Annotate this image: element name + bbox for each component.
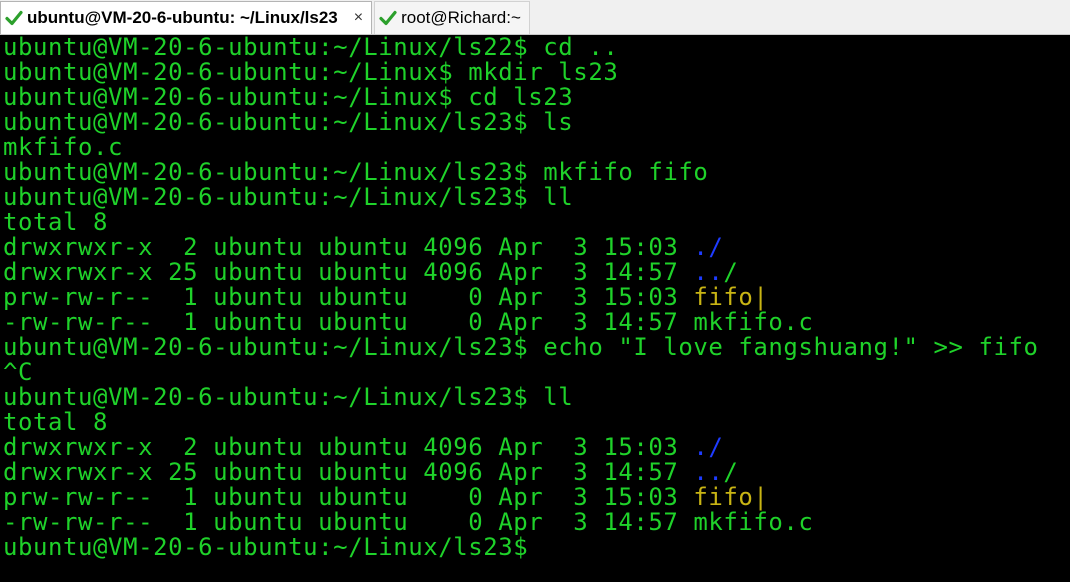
line-text: -rw-rw-r-- 1 ubuntu ubuntu 0 Apr 3 14:57…	[3, 308, 814, 336]
green-check-icon	[379, 10, 397, 26]
name-suffix: /	[723, 258, 739, 286]
terminal-line: ubuntu@VM-20-6-ubuntu:~/Linux$ cd ls23	[3, 85, 573, 110]
line-text: drwxrwxr-x 25 ubuntu ubuntu 4096 Apr 3 1…	[3, 458, 694, 486]
line-text: prw-rw-r-- 1 ubuntu ubuntu 0 Apr 3 15:03	[3, 283, 694, 311]
line-text: drwxrwxr-x 2 ubuntu ubuntu 4096 Apr 3 15…	[3, 233, 694, 261]
tab-ubuntu-session[interactable]: ubuntu@VM-20-6-ubuntu: ~/Linux/ls23 ×	[0, 1, 373, 34]
line-text: total 8	[3, 208, 109, 236]
directory-name: ./	[693, 433, 724, 461]
tab-root-session[interactable]: root@Richard:~	[374, 1, 530, 34]
terminal-line: total 8	[3, 410, 108, 435]
terminal-line: total 8	[3, 210, 108, 235]
line-text: ubuntu@VM-20-6-ubuntu:~/Linux/ls23$	[3, 533, 529, 561]
fifo-name: fifo|	[693, 483, 769, 511]
directory-name: ./	[693, 233, 724, 261]
terminal-line: ubuntu@VM-20-6-ubuntu:~/Linux$ mkdir ls2…	[3, 60, 618, 85]
terminal-line: ubuntu@VM-20-6-ubuntu:~/Linux/ls23$ echo…	[3, 335, 1039, 360]
terminal-line: mkfifo.c	[3, 135, 123, 160]
line-text: ubuntu@VM-20-6-ubuntu:~/Linux/ls23$ ll	[3, 183, 574, 211]
terminal-line: drwxrwxr-x 2 ubuntu ubuntu 4096 Apr 3 15…	[3, 235, 723, 260]
line-text: ubuntu@VM-20-6-ubuntu:~/Linux/ls23$ mkfi…	[3, 158, 709, 186]
tab-label: ubuntu@VM-20-6-ubuntu: ~/Linux/ls23	[27, 8, 338, 27]
terminal-line: ubuntu@VM-20-6-ubuntu:~/Linux/ls23$	[3, 535, 528, 560]
tab-bar: ubuntu@VM-20-6-ubuntu: ~/Linux/ls23 × ro…	[0, 0, 1070, 35]
directory-name: ..	[693, 458, 724, 486]
terminal-output[interactable]: ubuntu@VM-20-6-ubuntu:~/Linux/ls22$ cd .…	[0, 35, 1070, 582]
line-text: total 8	[3, 408, 109, 436]
line-text: ^C	[3, 358, 34, 386]
terminal-line: ubuntu@VM-20-6-ubuntu:~/Linux/ls22$ cd .…	[3, 35, 618, 60]
line-text: ubuntu@VM-20-6-ubuntu:~/Linux/ls23$ echo…	[3, 333, 1039, 361]
close-tab-icon[interactable]: ×	[354, 9, 363, 27]
tab-label: root@Richard:~	[401, 8, 521, 27]
green-check-icon	[5, 10, 23, 26]
fifo-name: fifo|	[693, 283, 769, 311]
line-text: ubuntu@VM-20-6-ubuntu:~/Linux$ mkdir ls2…	[3, 58, 619, 86]
terminal-line: ubuntu@VM-20-6-ubuntu:~/Linux/ls23$ ll	[3, 385, 573, 410]
terminal-line: -rw-rw-r-- 1 ubuntu ubuntu 0 Apr 3 14:57…	[3, 310, 813, 335]
line-text: ubuntu@VM-20-6-ubuntu:~/Linux$ cd ls23	[3, 83, 574, 111]
terminal-line: ubuntu@VM-20-6-ubuntu:~/Linux/ls23$ ll	[3, 185, 573, 210]
terminal-line: ubuntu@VM-20-6-ubuntu:~/Linux/ls23$ mkfi…	[3, 160, 708, 185]
terminal-line: prw-rw-r-- 1 ubuntu ubuntu 0 Apr 3 15:03…	[3, 485, 768, 510]
line-text: -rw-rw-r-- 1 ubuntu ubuntu 0 Apr 3 14:57…	[3, 508, 814, 536]
terminal-window: ubuntu@VM-20-6-ubuntu: ~/Linux/ls23 × ro…	[0, 0, 1070, 582]
terminal-line: drwxrwxr-x 25 ubuntu ubuntu 4096 Apr 3 1…	[3, 260, 738, 285]
line-text: ubuntu@VM-20-6-ubuntu:~/Linux/ls23$ ls	[3, 108, 574, 136]
line-text: prw-rw-r-- 1 ubuntu ubuntu 0 Apr 3 15:03	[3, 483, 694, 511]
terminal-line: ^C	[3, 360, 33, 385]
terminal-line: drwxrwxr-x 25 ubuntu ubuntu 4096 Apr 3 1…	[3, 460, 738, 485]
line-text: mkfifo.c	[3, 133, 124, 161]
terminal-line: drwxrwxr-x 2 ubuntu ubuntu 4096 Apr 3 15…	[3, 435, 723, 460]
terminal-line: ubuntu@VM-20-6-ubuntu:~/Linux/ls23$ ls	[3, 110, 573, 135]
directory-name: ..	[693, 258, 724, 286]
name-suffix: /	[723, 458, 739, 486]
terminal-line: -rw-rw-r-- 1 ubuntu ubuntu 0 Apr 3 14:57…	[3, 510, 813, 535]
line-text: ubuntu@VM-20-6-ubuntu:~/Linux/ls23$ ll	[3, 383, 574, 411]
terminal-line: prw-rw-r-- 1 ubuntu ubuntu 0 Apr 3 15:03…	[3, 285, 768, 310]
line-text: drwxrwxr-x 25 ubuntu ubuntu 4096 Apr 3 1…	[3, 258, 694, 286]
line-text: drwxrwxr-x 2 ubuntu ubuntu 4096 Apr 3 15…	[3, 433, 694, 461]
